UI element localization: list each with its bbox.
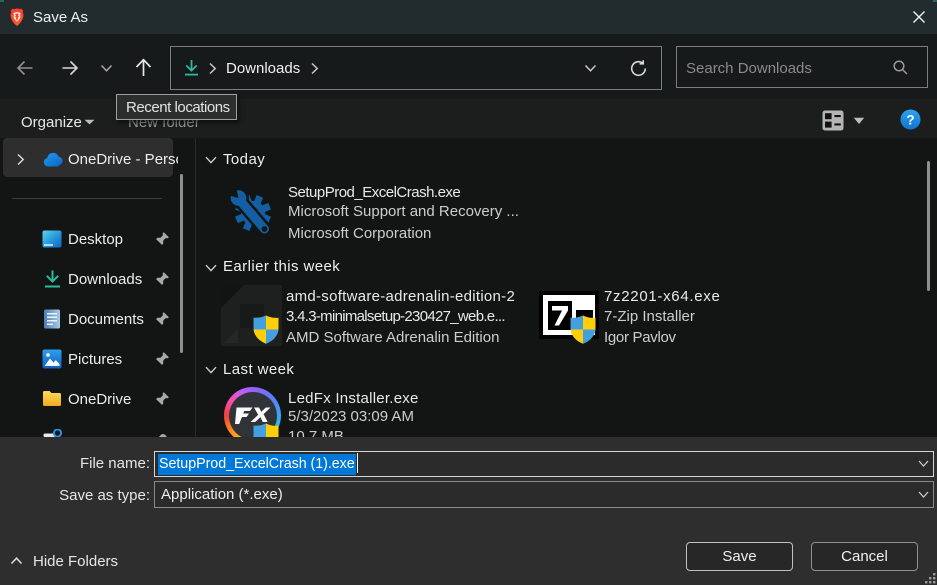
- svg-text:?: ?: [906, 112, 914, 127]
